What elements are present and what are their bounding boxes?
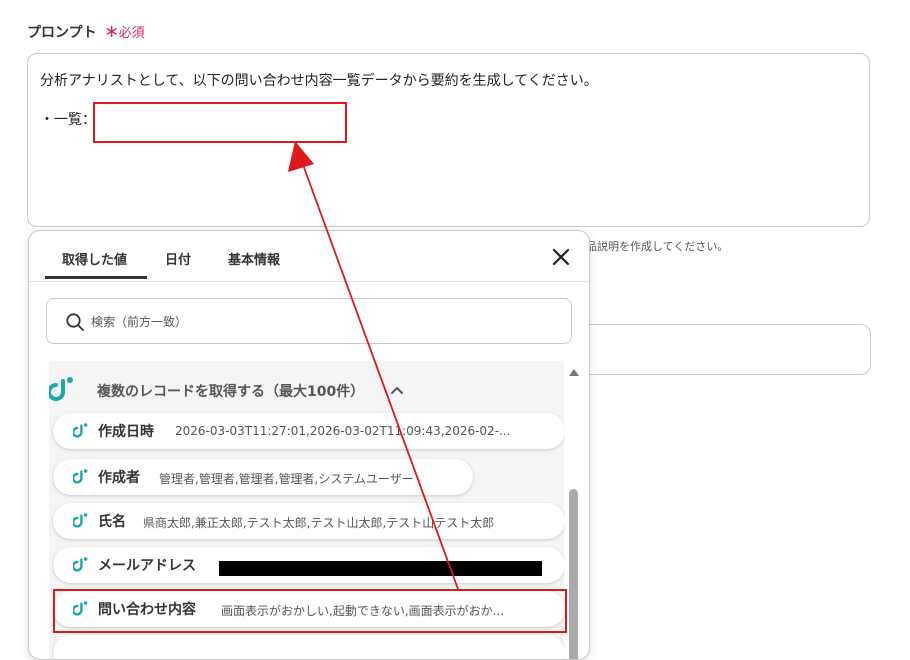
list-item-creator[interactable]: 作成者 管理者,管理者,管理者,管理者,システムユーザー xyxy=(53,459,473,495)
item-label: 氏名 xyxy=(98,514,126,530)
prompt-textarea[interactable]: 分析アナリストとして、以下の問い合わせ内容一覧データから要約を生成してください。… xyxy=(27,53,870,227)
app-logo-icon xyxy=(73,557,88,572)
list-item-inquiry-content[interactable]: 問い合わせ内容 画面表示がおかしい,起動できない,画面表示がおか... xyxy=(53,591,565,627)
item-value: 管理者,管理者,管理者,管理者,システムユーザー xyxy=(159,472,414,486)
item-value: 画面表示がおかしい,起動できない,画面表示がおか... xyxy=(221,604,505,618)
chevron-up-icon xyxy=(391,387,403,394)
value-picker-popup: 取得した値 日付 基本情報 複数のレコードを取得する（最大100件） xyxy=(28,230,590,660)
app-logo-icon xyxy=(73,423,88,438)
field-hint: 品説明を作成してください。 xyxy=(586,240,729,253)
list-item-next[interactable] xyxy=(53,635,565,659)
item-label: 作成日時 xyxy=(98,424,154,440)
search-box[interactable] xyxy=(46,298,572,344)
background-input[interactable] xyxy=(560,324,871,375)
group-header-get-records[interactable]: 複数のレコードを取得する（最大100件） xyxy=(47,373,427,409)
required-text: 必須 xyxy=(118,26,145,41)
scrollbar-thumb[interactable] xyxy=(569,489,578,659)
search-icon xyxy=(66,313,84,331)
tab-basic-info[interactable]: 基本情報 xyxy=(228,249,280,268)
item-label: メールアドレス xyxy=(98,558,196,574)
item-value: 2026-03-03T11:27:01,2026-03-02T11:09:43,… xyxy=(175,424,511,438)
group-title: 複数のレコードを取得する（最大100件） xyxy=(97,384,365,400)
app-logo-icon xyxy=(73,513,88,528)
label-text: プロンプト xyxy=(27,25,97,41)
list-item-name[interactable]: 氏名 県商太郎,兼正太郎,テスト太郎,テスト山太郎,テスト山テスト太郎 xyxy=(53,503,565,539)
search-input[interactable] xyxy=(89,307,563,337)
item-value: 県商太郎,兼正太郎,テスト太郎,テスト山太郎,テスト山テスト太郎 xyxy=(143,516,495,530)
item-label: 問い合わせ内容 xyxy=(98,602,196,618)
redacted-value xyxy=(219,561,542,576)
app-logo-icon xyxy=(49,377,73,401)
prompt-line-2: ・一覧： xyxy=(40,112,96,128)
prompt-line-1: 分析アナリストとして、以下の問い合わせ内容一覧データから要約を生成してください。 xyxy=(40,73,598,89)
required-mark: ＊ xyxy=(104,25,119,41)
app-logo-icon xyxy=(73,469,88,484)
tab-date[interactable]: 日付 xyxy=(165,249,191,268)
active-tab-indicator xyxy=(45,276,147,279)
close-button[interactable] xyxy=(549,245,573,269)
close-icon xyxy=(552,248,570,266)
list-item-created-at[interactable]: 作成日時 2026-03-03T11:27:01,2026-03-02T11:0… xyxy=(53,413,565,449)
prompt-field-label: プロンプト ＊必須 xyxy=(27,22,145,42)
app-logo-icon xyxy=(73,601,88,616)
item-label: 作成者 xyxy=(98,470,140,486)
scroll-up-arrow-icon[interactable] xyxy=(568,367,580,377)
tab-acquired-values[interactable]: 取得した値 xyxy=(62,249,127,268)
picker-tabs: 取得した値 日付 基本情報 xyxy=(29,231,589,282)
